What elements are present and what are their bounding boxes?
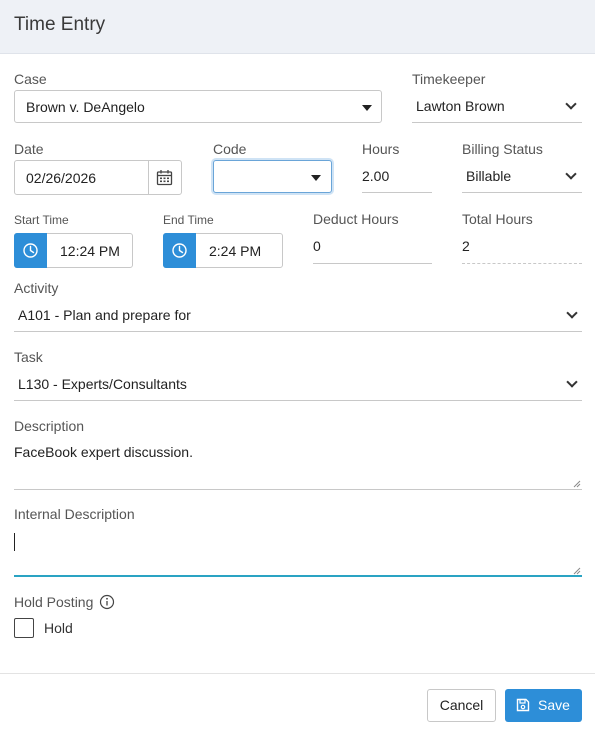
total-hours-display: 2: [462, 230, 582, 264]
billing-status-select[interactable]: Billable: [462, 160, 582, 193]
hours-label: Hours: [362, 141, 400, 157]
task-value: L130 - Experts/Consultants: [18, 376, 187, 392]
info-icon[interactable]: [99, 594, 115, 615]
text-cursor: [14, 533, 15, 551]
date-value: 02/26/2026: [26, 170, 97, 186]
deduct-hours-value: 0: [313, 238, 321, 254]
end-time-field[interactable]: 2:24 PM: [163, 233, 283, 268]
end-time-value: 2:24 PM: [209, 243, 262, 259]
timekeeper-value: Lawton Brown: [416, 98, 505, 114]
hold-checkbox[interactable]: [14, 618, 34, 638]
start-time-value: 12:24 PM: [60, 243, 120, 259]
resize-handle-icon[interactable]: [573, 567, 581, 575]
internal-description-label: Internal Description: [14, 506, 135, 522]
code-label: Code: [213, 141, 247, 157]
dropdown-caret-icon: [362, 105, 372, 111]
date-label: Date: [14, 141, 44, 157]
date-divider: [148, 161, 149, 194]
description-label: Description: [14, 418, 85, 434]
timekeeper-select[interactable]: Lawton Brown: [412, 90, 582, 123]
task-select[interactable]: L130 - Experts/Consultants: [14, 368, 582, 401]
end-time-label: End Time: [163, 213, 214, 227]
hold-posting-label: Hold Posting: [14, 594, 94, 610]
chevron-down-icon: [566, 307, 578, 319]
chevron-down-icon: [565, 98, 577, 110]
deduct-hours-input[interactable]: 0: [313, 230, 432, 264]
activity-value: A101 - Plan and prepare for: [18, 307, 191, 323]
case-select[interactable]: Brown v. DeAngelo: [14, 90, 382, 123]
resize-handle-icon[interactable]: [573, 480, 581, 488]
billing-status-label: Billing Status: [462, 141, 543, 157]
dialog-title: Time Entry: [14, 14, 106, 35]
hours-value: 2.00: [362, 168, 390, 184]
activity-select[interactable]: A101 - Plan and prepare for: [14, 299, 582, 332]
save-icon: [516, 698, 530, 715]
hours-input[interactable]: 2.00: [362, 160, 432, 193]
dialog-header: Time Entry: [0, 0, 595, 54]
code-select[interactable]: [213, 160, 332, 193]
task-label: Task: [14, 349, 43, 365]
footer-divider: [0, 673, 595, 674]
case-label: Case: [14, 71, 47, 87]
calendar-icon[interactable]: [156, 169, 173, 191]
date-field[interactable]: 02/26/2026: [14, 160, 182, 195]
internal-description-textarea[interactable]: [14, 525, 582, 577]
total-hours-label: Total Hours: [462, 211, 533, 227]
dropdown-caret-icon: [311, 175, 321, 181]
clock-icon[interactable]: [163, 233, 196, 268]
hold-checkbox-label[interactable]: Hold: [44, 620, 73, 636]
chevron-down-icon: [566, 376, 578, 388]
cancel-button[interactable]: Cancel: [427, 689, 496, 722]
chevron-down-icon: [565, 168, 577, 180]
description-textarea[interactable]: FaceBook expert discussion.: [14, 437, 582, 490]
timekeeper-label: Timekeeper: [412, 71, 486, 87]
save-button-label: Save: [538, 697, 570, 713]
clock-icon[interactable]: [14, 233, 47, 268]
case-value: Brown v. DeAngelo: [26, 99, 145, 115]
save-button[interactable]: Save: [505, 689, 582, 722]
deduct-hours-label: Deduct Hours: [313, 211, 399, 227]
description-value: FaceBook expert discussion.: [14, 444, 193, 460]
start-time-field[interactable]: 12:24 PM: [14, 233, 133, 268]
billing-status-value: Billable: [466, 168, 512, 184]
start-time-label: Start Time: [14, 213, 69, 227]
activity-label: Activity: [14, 280, 59, 296]
total-hours-value: 2: [462, 238, 470, 254]
